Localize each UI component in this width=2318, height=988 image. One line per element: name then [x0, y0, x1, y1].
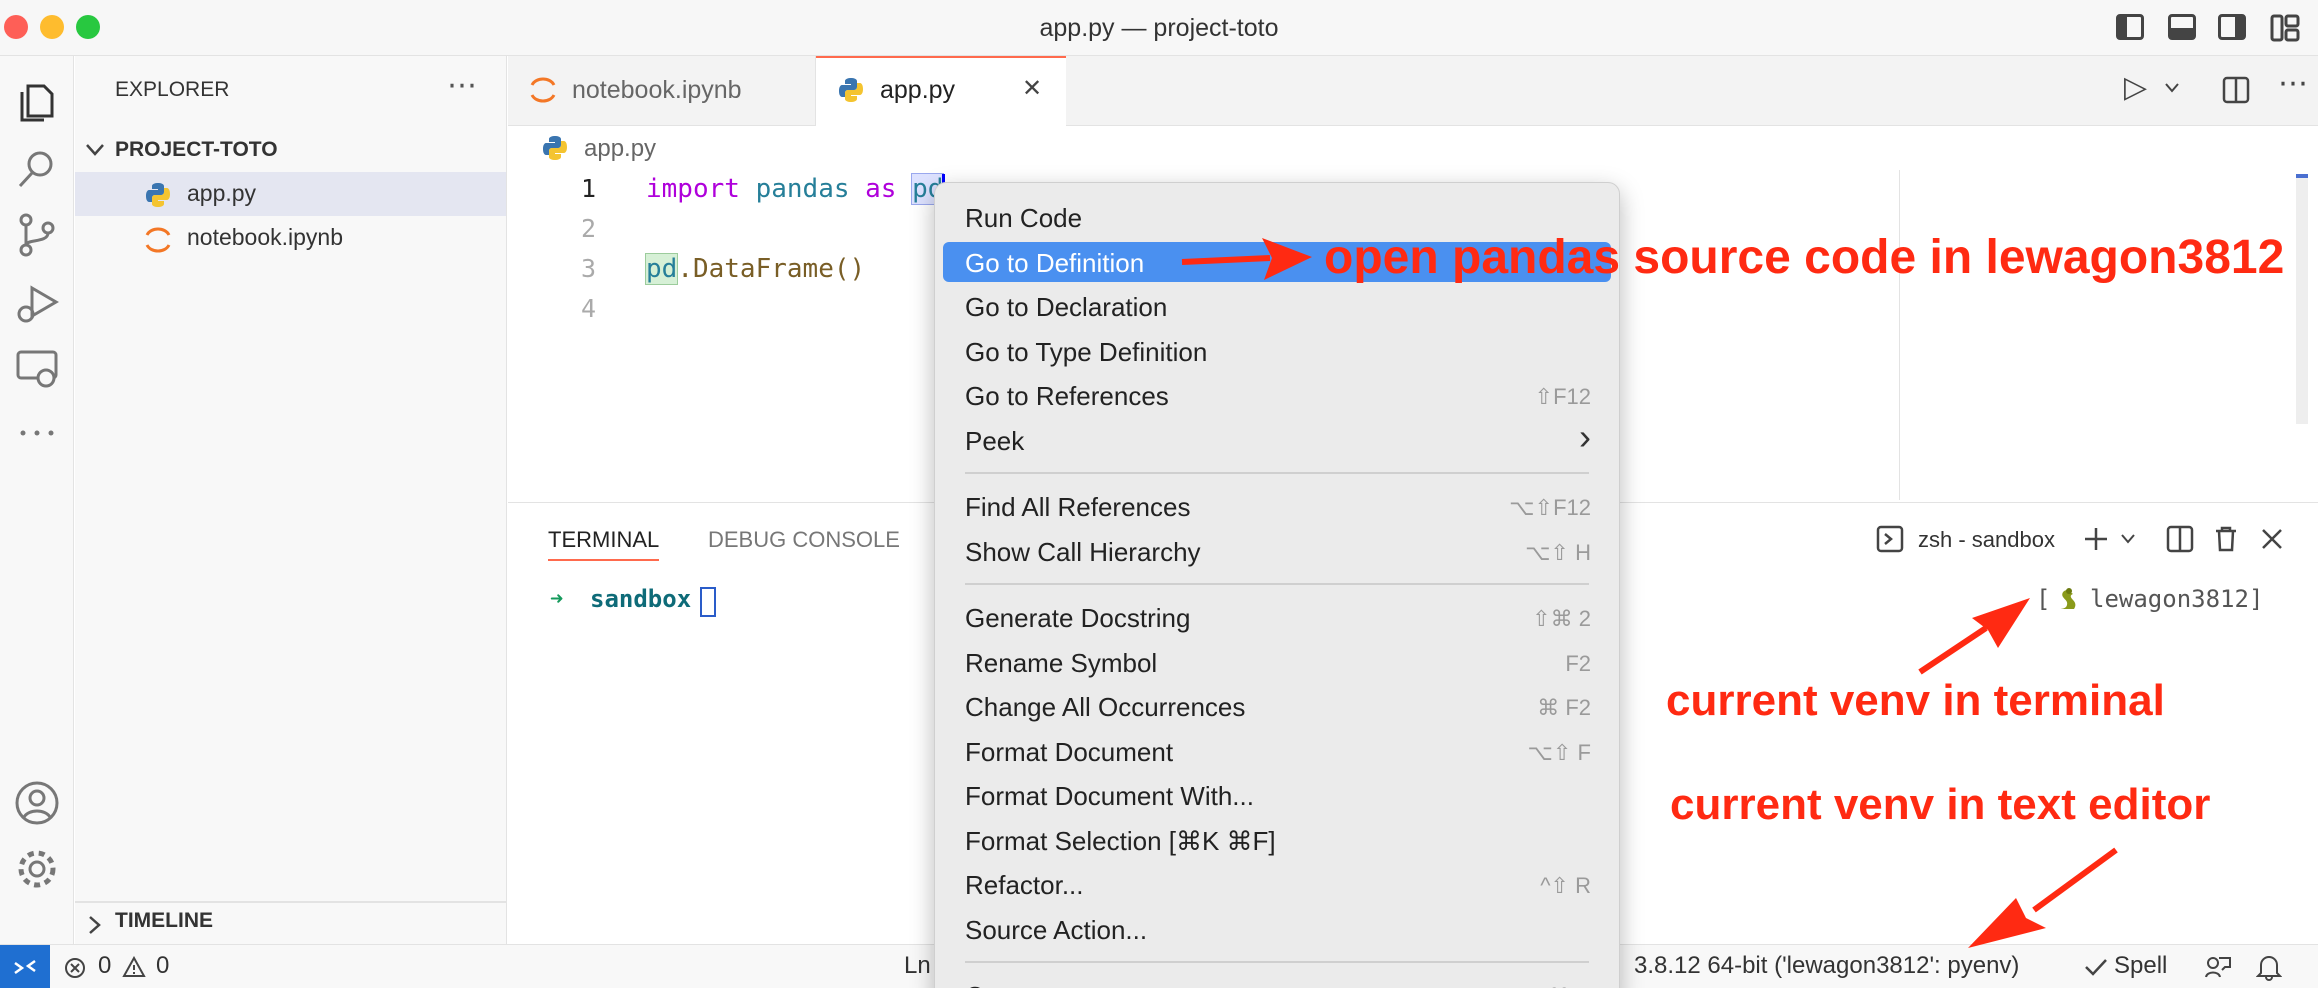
annotation-arrows	[1181, 238, 2118, 948]
annotation-go-to-definition: open pandas source code in lewagon3812	[1324, 231, 2285, 284]
annotation-venv-terminal: current venv in terminal	[1666, 676, 2165, 725]
annotation-venv-editor: current venv in text editor	[1670, 780, 2211, 829]
